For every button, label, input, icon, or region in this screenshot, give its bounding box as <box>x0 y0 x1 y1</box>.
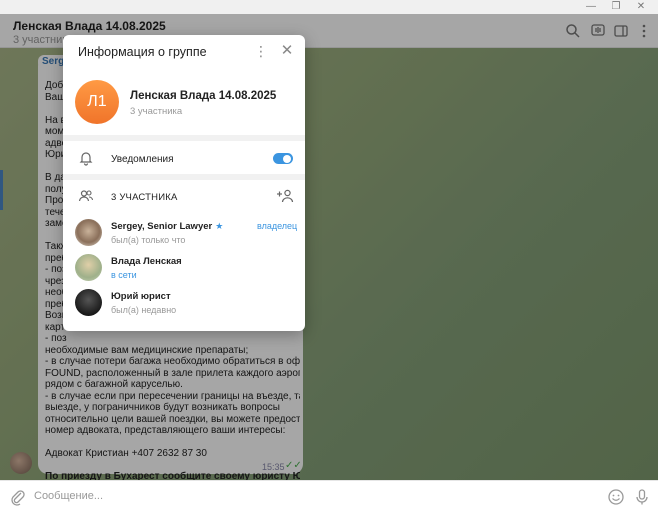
close-icon[interactable]: ✕ <box>279 43 295 59</box>
group-info-modal: Информация о группе ⋮ ✕ Л1 Ленская Влада… <box>63 35 305 331</box>
member-row[interactable]: Юрий юрист был(а) недавно <box>63 287 305 321</box>
notifications-toggle[interactable] <box>273 153 293 164</box>
window-close-button[interactable]: ✕ <box>630 0 652 14</box>
message-composer: Сообщение... <box>0 480 658 512</box>
member-avatar[interactable] <box>75 219 102 246</box>
group-members-icon <box>78 190 94 202</box>
group-name: Ленская Влада 14.08.2025 <box>130 90 277 102</box>
member-role-badge: владелец <box>257 221 298 231</box>
section-divider <box>63 135 305 141</box>
modal-title: Информация о группе <box>78 45 207 59</box>
member-name: Юрий юрист <box>111 291 171 302</box>
window-titlebar: — ❐ ✕ <box>0 0 658 14</box>
members-header: 3 УЧАСТНИКА <box>111 192 178 203</box>
group-avatar[interactable]: Л1 <box>75 80 119 124</box>
microphone-icon[interactable] <box>633 488 651 506</box>
group-member-count: 3 участника <box>130 106 183 117</box>
more-options-icon[interactable]: ⋮ <box>253 43 269 59</box>
bell-icon <box>79 152 93 166</box>
attach-icon[interactable] <box>9 488 27 506</box>
member-row[interactable]: Sergey, Senior Lawyer ★ был(а) только что в… <box>63 217 305 251</box>
section-divider <box>63 174 305 180</box>
member-status: в сети <box>111 270 137 280</box>
message-input[interactable]: Сообщение... <box>34 490 103 502</box>
restore-button[interactable]: ❐ <box>605 0 627 14</box>
member-name-text: Юрий юрист <box>111 291 171 302</box>
emoji-icon[interactable] <box>607 488 625 506</box>
member-status: был(а) недавно <box>111 305 177 315</box>
member-name: Влада Ленская <box>111 256 182 267</box>
toggle-knob <box>283 154 291 163</box>
member-status: был(а) только что <box>111 235 186 245</box>
add-member-icon[interactable] <box>276 188 294 204</box>
member-avatar[interactable] <box>75 254 102 281</box>
member-name-text: Sergey, Senior Lawyer <box>111 221 213 232</box>
member-name: Sergey, Senior Lawyer ★ <box>111 221 223 232</box>
member-avatar[interactable] <box>75 289 102 316</box>
premium-star-icon: ★ <box>215 221 224 231</box>
member-row[interactable]: Влада Ленская в сети <box>63 252 305 286</box>
notifications-label: Уведомления <box>111 154 174 165</box>
member-name-text: Влада Ленская <box>111 256 182 267</box>
minimize-button[interactable]: — <box>580 0 602 14</box>
